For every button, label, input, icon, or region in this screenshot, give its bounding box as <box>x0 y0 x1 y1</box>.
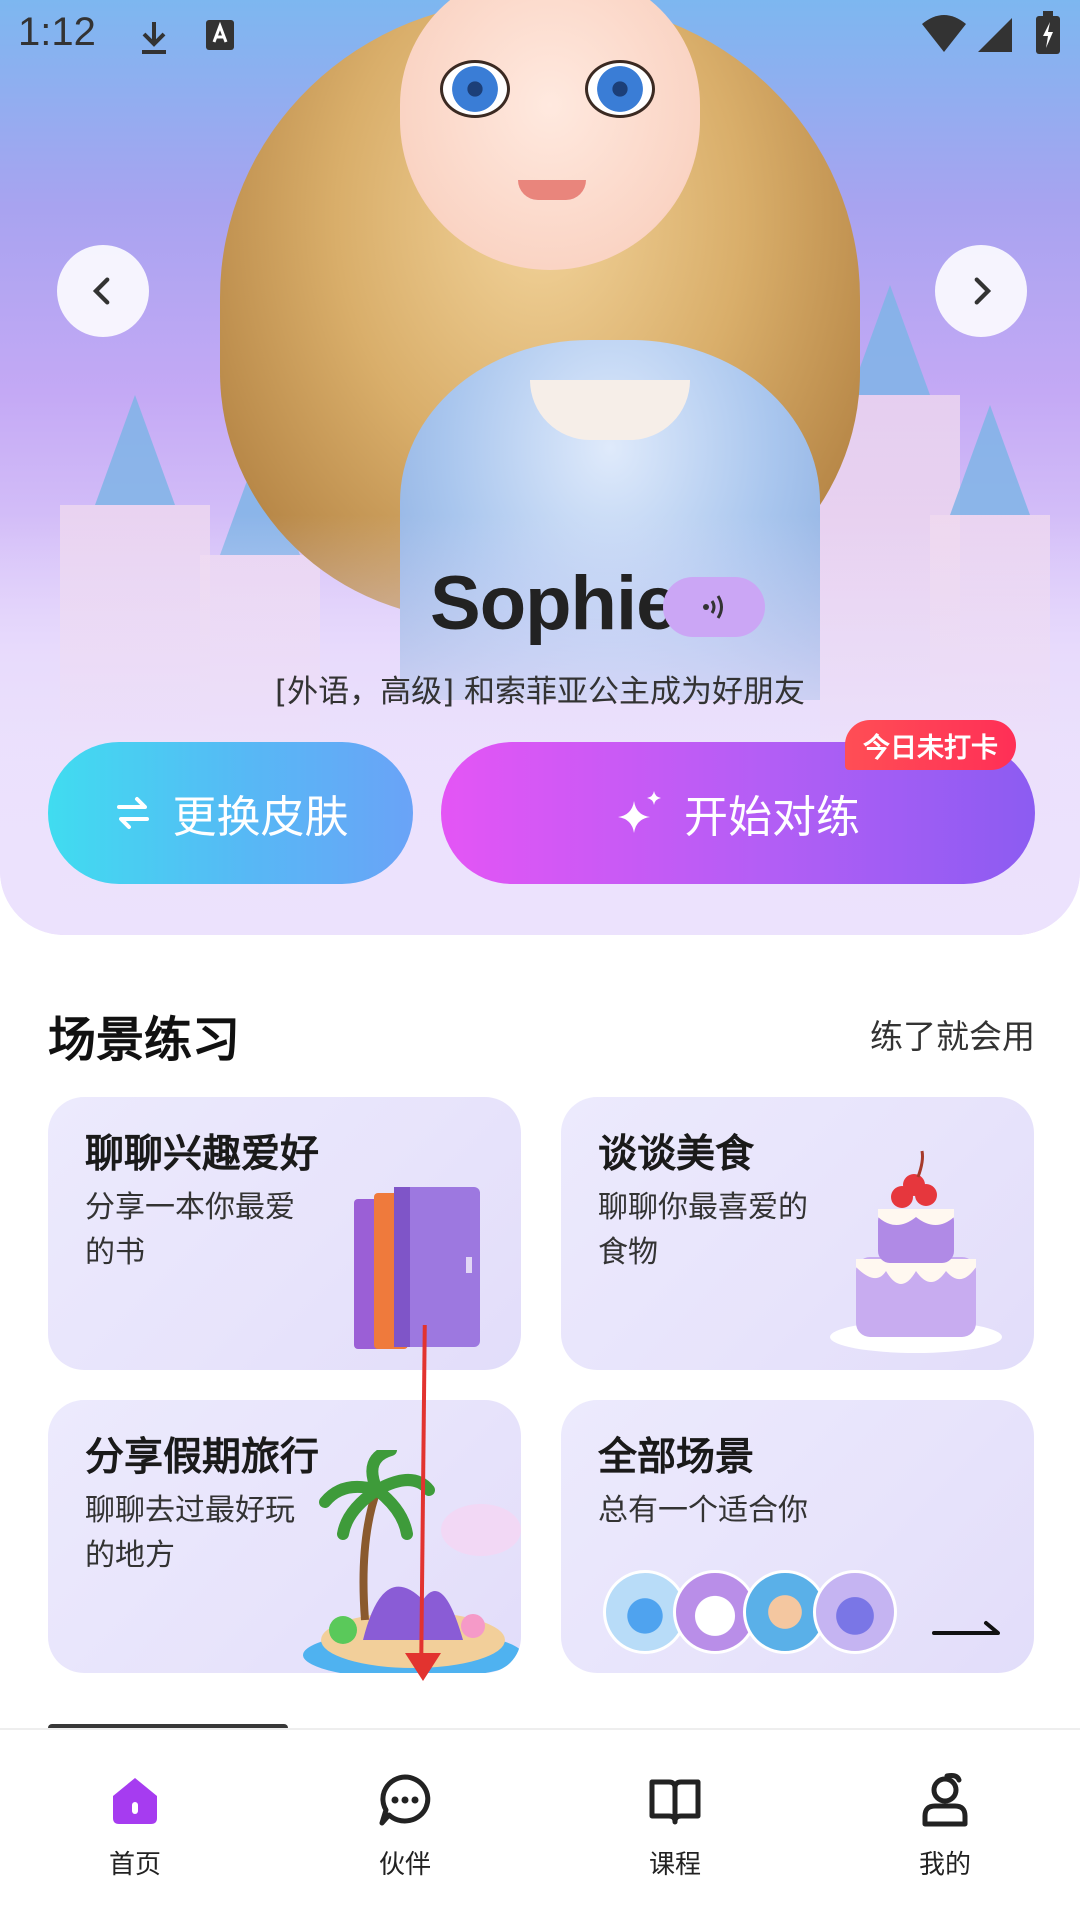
tab-label: 伙伴 <box>378 1850 431 1880</box>
section-link[interactable]: 练了就会用 <box>870 1010 1035 1058</box>
tab-courses[interactable]: 课程 <box>540 1730 810 1920</box>
tab-partner[interactable]: 伙伴 <box>270 1730 540 1920</box>
keyboard-a-icon <box>206 20 234 50</box>
chevron-left-icon <box>92 277 110 305</box>
cake-icon <box>830 1150 1002 1353</box>
cell-signal-icon <box>978 18 1012 52</box>
next-character-button[interactable] <box>935 245 1027 337</box>
sound-wave-icon <box>703 595 723 619</box>
sparkle-icon <box>618 791 661 833</box>
change-skin-button[interactable]: 更换皮肤 <box>48 742 413 884</box>
island-icon <box>303 1450 521 1673</box>
swap-icon <box>116 797 149 829</box>
status-time: 1:12 <box>18 10 96 54</box>
voice-preview-button[interactable] <box>663 577 765 637</box>
card-desc: 总有一个适合你 <box>598 1493 808 1528</box>
chevron-right-icon <box>974 277 992 305</box>
profile-icon <box>922 1773 968 1827</box>
card-desc: 聊聊去过最好玩的地方 <box>85 1493 295 1573</box>
scene-avatars <box>603 1570 897 1654</box>
book-icon <box>649 1779 701 1825</box>
scene-card-hobbies[interactable]: 聊聊兴趣爱好 分享一本你最爱的书 <box>48 1097 521 1370</box>
card-title: 谈谈美食 <box>598 1132 755 1177</box>
bottom-tab-bar: 首页 伙伴 课程 我的 <box>0 1728 1080 1920</box>
battery-icon <box>1036 11 1060 54</box>
download-icon <box>142 22 166 54</box>
home-icon <box>113 1778 157 1824</box>
change-skin-label: 更换皮肤 <box>172 792 349 843</box>
wifi-icon <box>922 15 966 52</box>
scene-card-food[interactable]: 谈谈美食 聊聊你最喜爱的食物 <box>561 1097 1034 1370</box>
tab-label: 首页 <box>108 1850 161 1880</box>
tab-label: 课程 <box>648 1850 701 1880</box>
chat-icon <box>379 1774 431 1826</box>
scene-card-travel[interactable]: 分享假期旅行 聊聊去过最好玩的地方 <box>48 1400 521 1673</box>
card-title: 全部场景 <box>598 1435 755 1480</box>
card-title: 聊聊兴趣爱好 <box>85 1132 320 1177</box>
previous-character-button[interactable] <box>57 245 149 337</box>
character-subtitle: [外语，高级] 和索菲亚公主成为好朋友 <box>274 674 806 710</box>
tab-home[interactable]: 首页 <box>0 1730 270 1920</box>
card-title: 分享假期旅行 <box>85 1435 320 1480</box>
tab-profile[interactable]: 我的 <box>810 1730 1080 1920</box>
start-practice-label: 开始对练 <box>684 792 860 843</box>
bus-avatar <box>813 1570 897 1654</box>
status-bar: 1:12 <box>0 0 1080 72</box>
drag-indicator-arrowhead <box>405 1653 441 1681</box>
arrow-right-icon <box>932 1621 1000 1635</box>
card-desc: 分享一本你最爱的书 <box>85 1190 295 1270</box>
tab-label: 我的 <box>918 1850 971 1880</box>
section-title: 场景练习 <box>48 1012 241 1068</box>
character-hero: 1:12 Sophie [外语，高级] 和索菲亚公主成为好朋友 更换皮肤 开始对… <box>0 0 1080 935</box>
card-desc: 聊聊你最喜爱的食物 <box>598 1190 808 1270</box>
character-name: Sophie <box>430 561 678 646</box>
checkin-badge: 今日未打卡 <box>845 720 1016 770</box>
scene-card-all[interactable]: 全部场景 总有一个适合你 <box>561 1400 1034 1673</box>
